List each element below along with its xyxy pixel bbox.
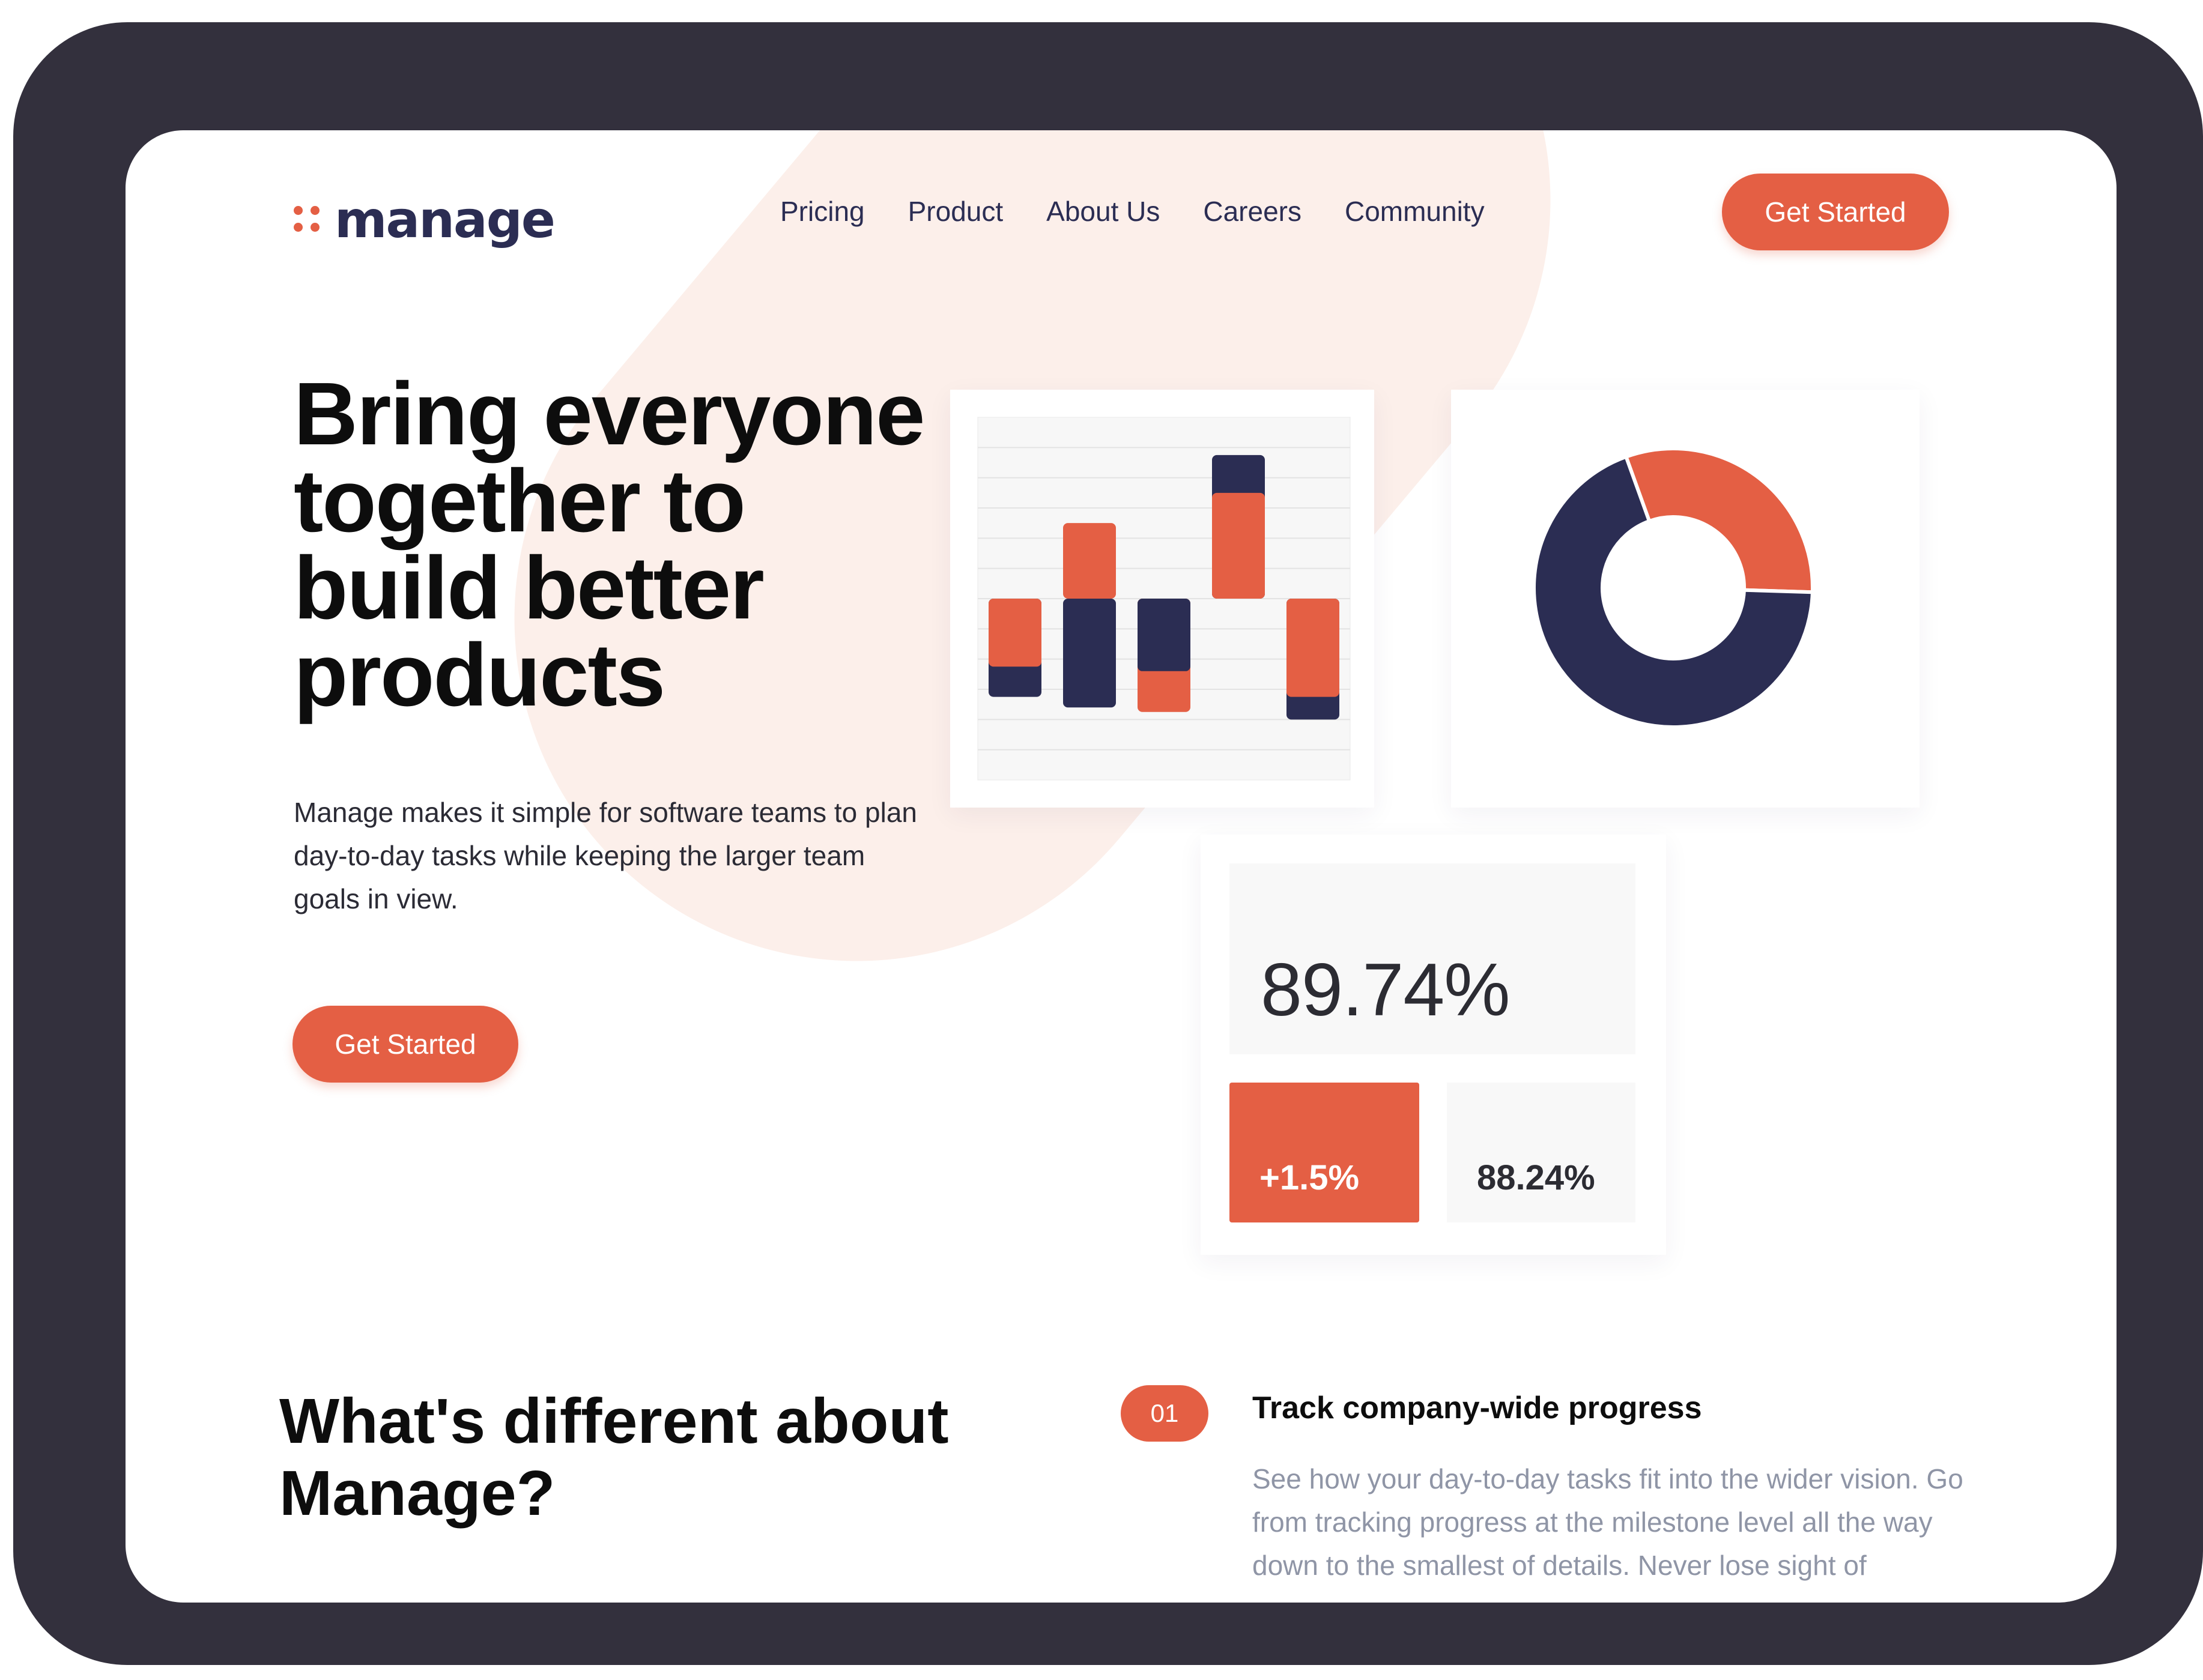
nav-item-careers[interactable]: Careers bbox=[1203, 195, 1301, 228]
nav-item-community[interactable]: Community bbox=[1345, 195, 1485, 228]
main-nav: Pricing Product About Us Careers Communi… bbox=[780, 195, 1528, 228]
browser-viewport: manage Pricing Product About Us Careers … bbox=[126, 130, 2117, 1603]
bar-navy-3 bbox=[1138, 599, 1190, 671]
bar-orange-5 bbox=[1286, 599, 1339, 697]
stat-change-box: +1.5% bbox=[1229, 1083, 1419, 1222]
nav-item-about-us[interactable]: About Us bbox=[1046, 195, 1160, 228]
stat-secondary-value: 88.24% bbox=[1477, 1158, 1595, 1197]
donut-chart-card bbox=[1451, 390, 1920, 808]
donut-chart bbox=[1532, 447, 1814, 729]
logo-dots-icon bbox=[294, 206, 321, 234]
bar-chart-card bbox=[950, 390, 1374, 808]
feature-description: See how your day-to-day tasks fit into t… bbox=[1252, 1463, 1963, 1581]
stat-main-value: 89.74% bbox=[1261, 949, 1511, 1032]
nav-item-product[interactable]: Product bbox=[908, 195, 1004, 228]
bar-navy-2 bbox=[1063, 599, 1116, 708]
bar-orange-1 bbox=[989, 599, 1041, 667]
logo[interactable]: manage bbox=[294, 190, 556, 249]
bar-chart bbox=[977, 417, 1351, 781]
hero-description: Manage makes it simple for software team… bbox=[294, 797, 918, 914]
feature-number-badge: 01 bbox=[1121, 1385, 1208, 1442]
bar-orange-4 bbox=[1212, 492, 1265, 599]
stat-change-value: +1.5% bbox=[1259, 1158, 1360, 1197]
nav-item-pricing[interactable]: Pricing bbox=[780, 195, 865, 228]
stat-main-box: 89.74% bbox=[1229, 863, 1635, 1054]
header-get-started-button[interactable]: Get Started bbox=[1722, 174, 1949, 250]
hero-get-started-button[interactable]: Get Started bbox=[292, 1006, 518, 1083]
feature-title: Track company-wide progress bbox=[1252, 1391, 1702, 1425]
bar-orange-2 bbox=[1063, 523, 1116, 599]
stat-secondary-box: 88.24% bbox=[1447, 1083, 1635, 1222]
section-title: What's different about Manage? bbox=[279, 1386, 949, 1529]
hero-title: Bring everyone together to build better … bbox=[294, 364, 925, 725]
stats-card: 89.74% +1.5% 88.24% bbox=[1201, 835, 1666, 1255]
logo-wordmark: manage bbox=[335, 190, 556, 249]
donut-slice-1 bbox=[1623, 447, 1814, 594]
